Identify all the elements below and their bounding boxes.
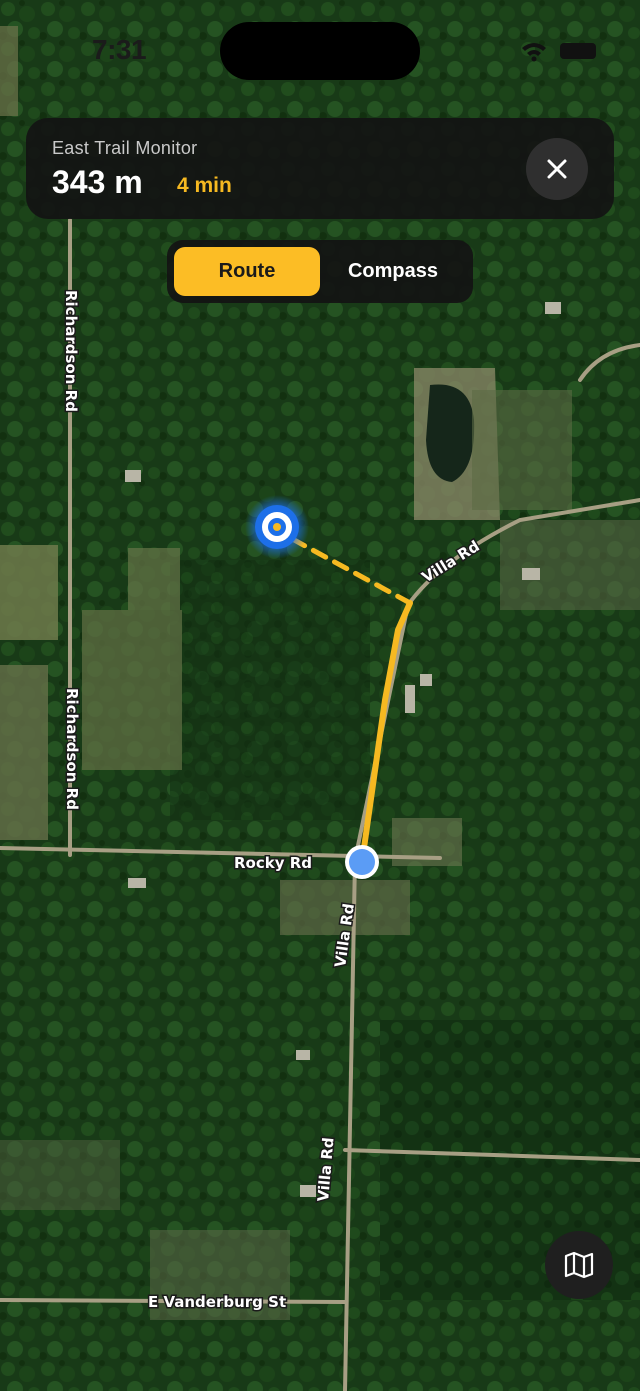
target-marker-icon[interactable] — [245, 495, 309, 559]
status-time: 7:31 — [92, 34, 147, 65]
map-layers-button[interactable] — [545, 1231, 613, 1299]
wifi-icon — [522, 43, 546, 62]
status-icons — [522, 43, 596, 62]
destination-title: East Trail Monitor — [52, 138, 198, 158]
road-label-rocky: Rocky Rd — [234, 854, 312, 872]
mode-toggle: Route Compass — [167, 240, 473, 303]
road-label-richardson-bottom: Richardson Rd — [63, 688, 81, 810]
battery-icon — [560, 43, 596, 59]
dynamic-island — [220, 22, 420, 80]
tab-compass[interactable]: Compass — [320, 247, 466, 296]
current-location-icon — [345, 845, 379, 879]
eta-value: 4 min — [177, 174, 232, 197]
road-label-richardson-top: Richardson Rd — [62, 290, 80, 412]
distance-value: 343 m — [52, 164, 143, 200]
header-card: East Trail Monitor 343 m 4 min — [26, 118, 614, 219]
road-label-vanderburg: E Vanderburg St — [148, 1293, 286, 1311]
tab-route[interactable]: Route — [174, 247, 320, 296]
map-icon — [564, 1251, 594, 1279]
close-icon — [547, 159, 567, 179]
close-button[interactable] — [526, 138, 588, 200]
